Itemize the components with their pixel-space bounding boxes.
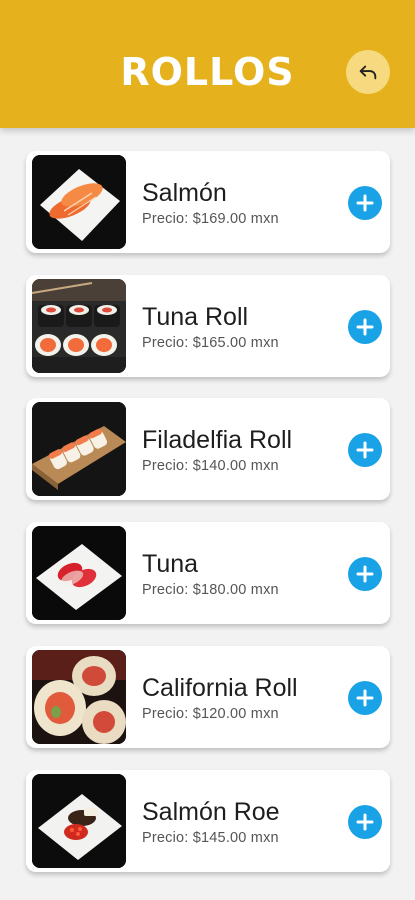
- product-price: Precio: $145.00 mxn: [142, 830, 279, 846]
- product-price: Precio: $180.00 mxn: [142, 582, 279, 598]
- product-card[interactable]: Salmón Roe Precio: $145.00 mxn: [26, 770, 390, 872]
- back-arrow-icon: [359, 65, 377, 80]
- product-name: California Roll: [142, 674, 298, 702]
- product-card[interactable]: Filadelfia Roll Precio: $140.00 mxn: [26, 398, 390, 500]
- product-image-salmon-roe: [32, 774, 126, 868]
- product-name: Salmón: [142, 179, 227, 207]
- plus-icon: [356, 441, 374, 459]
- header-bar: ROLLOS: [0, 0, 415, 128]
- product-image-salmon: [32, 155, 126, 249]
- plus-icon: [356, 318, 374, 336]
- product-price: Precio: $169.00 mxn: [142, 211, 279, 227]
- product-card[interactable]: Salmón Precio: $169.00 mxn: [26, 151, 390, 253]
- add-to-cart-button[interactable]: [348, 433, 382, 467]
- plus-icon: [356, 689, 374, 707]
- product-price: Precio: $165.00 mxn: [142, 335, 279, 351]
- plus-icon: [356, 194, 374, 212]
- product-card[interactable]: Tuna Roll Precio: $165.00 mxn: [26, 275, 390, 377]
- product-name: Tuna: [142, 550, 199, 578]
- product-card[interactable]: Tuna Precio: $180.00 mxn: [26, 522, 390, 624]
- add-to-cart-button[interactable]: [348, 805, 382, 839]
- add-to-cart-button[interactable]: [348, 681, 382, 715]
- product-image-tuna: [32, 526, 126, 620]
- product-name: Filadelfia Roll: [142, 426, 293, 454]
- add-to-cart-button[interactable]: [348, 186, 382, 220]
- product-price: Precio: $140.00 mxn: [142, 458, 279, 474]
- product-price: Precio: $120.00 mxn: [142, 706, 279, 722]
- product-image-tuna-roll: [32, 279, 126, 373]
- product-card[interactable]: California Roll Precio: $120.00 mxn: [26, 646, 390, 748]
- add-to-cart-button[interactable]: [348, 310, 382, 344]
- plus-icon: [356, 565, 374, 583]
- plus-icon: [356, 813, 374, 831]
- back-button[interactable]: [346, 50, 390, 94]
- product-name: Salmón Roe: [142, 798, 280, 826]
- add-to-cart-button[interactable]: [348, 557, 382, 591]
- product-name: Tuna Roll: [142, 303, 249, 331]
- product-image-california-roll: [32, 650, 126, 744]
- product-image-filadelfia-roll: [32, 402, 126, 496]
